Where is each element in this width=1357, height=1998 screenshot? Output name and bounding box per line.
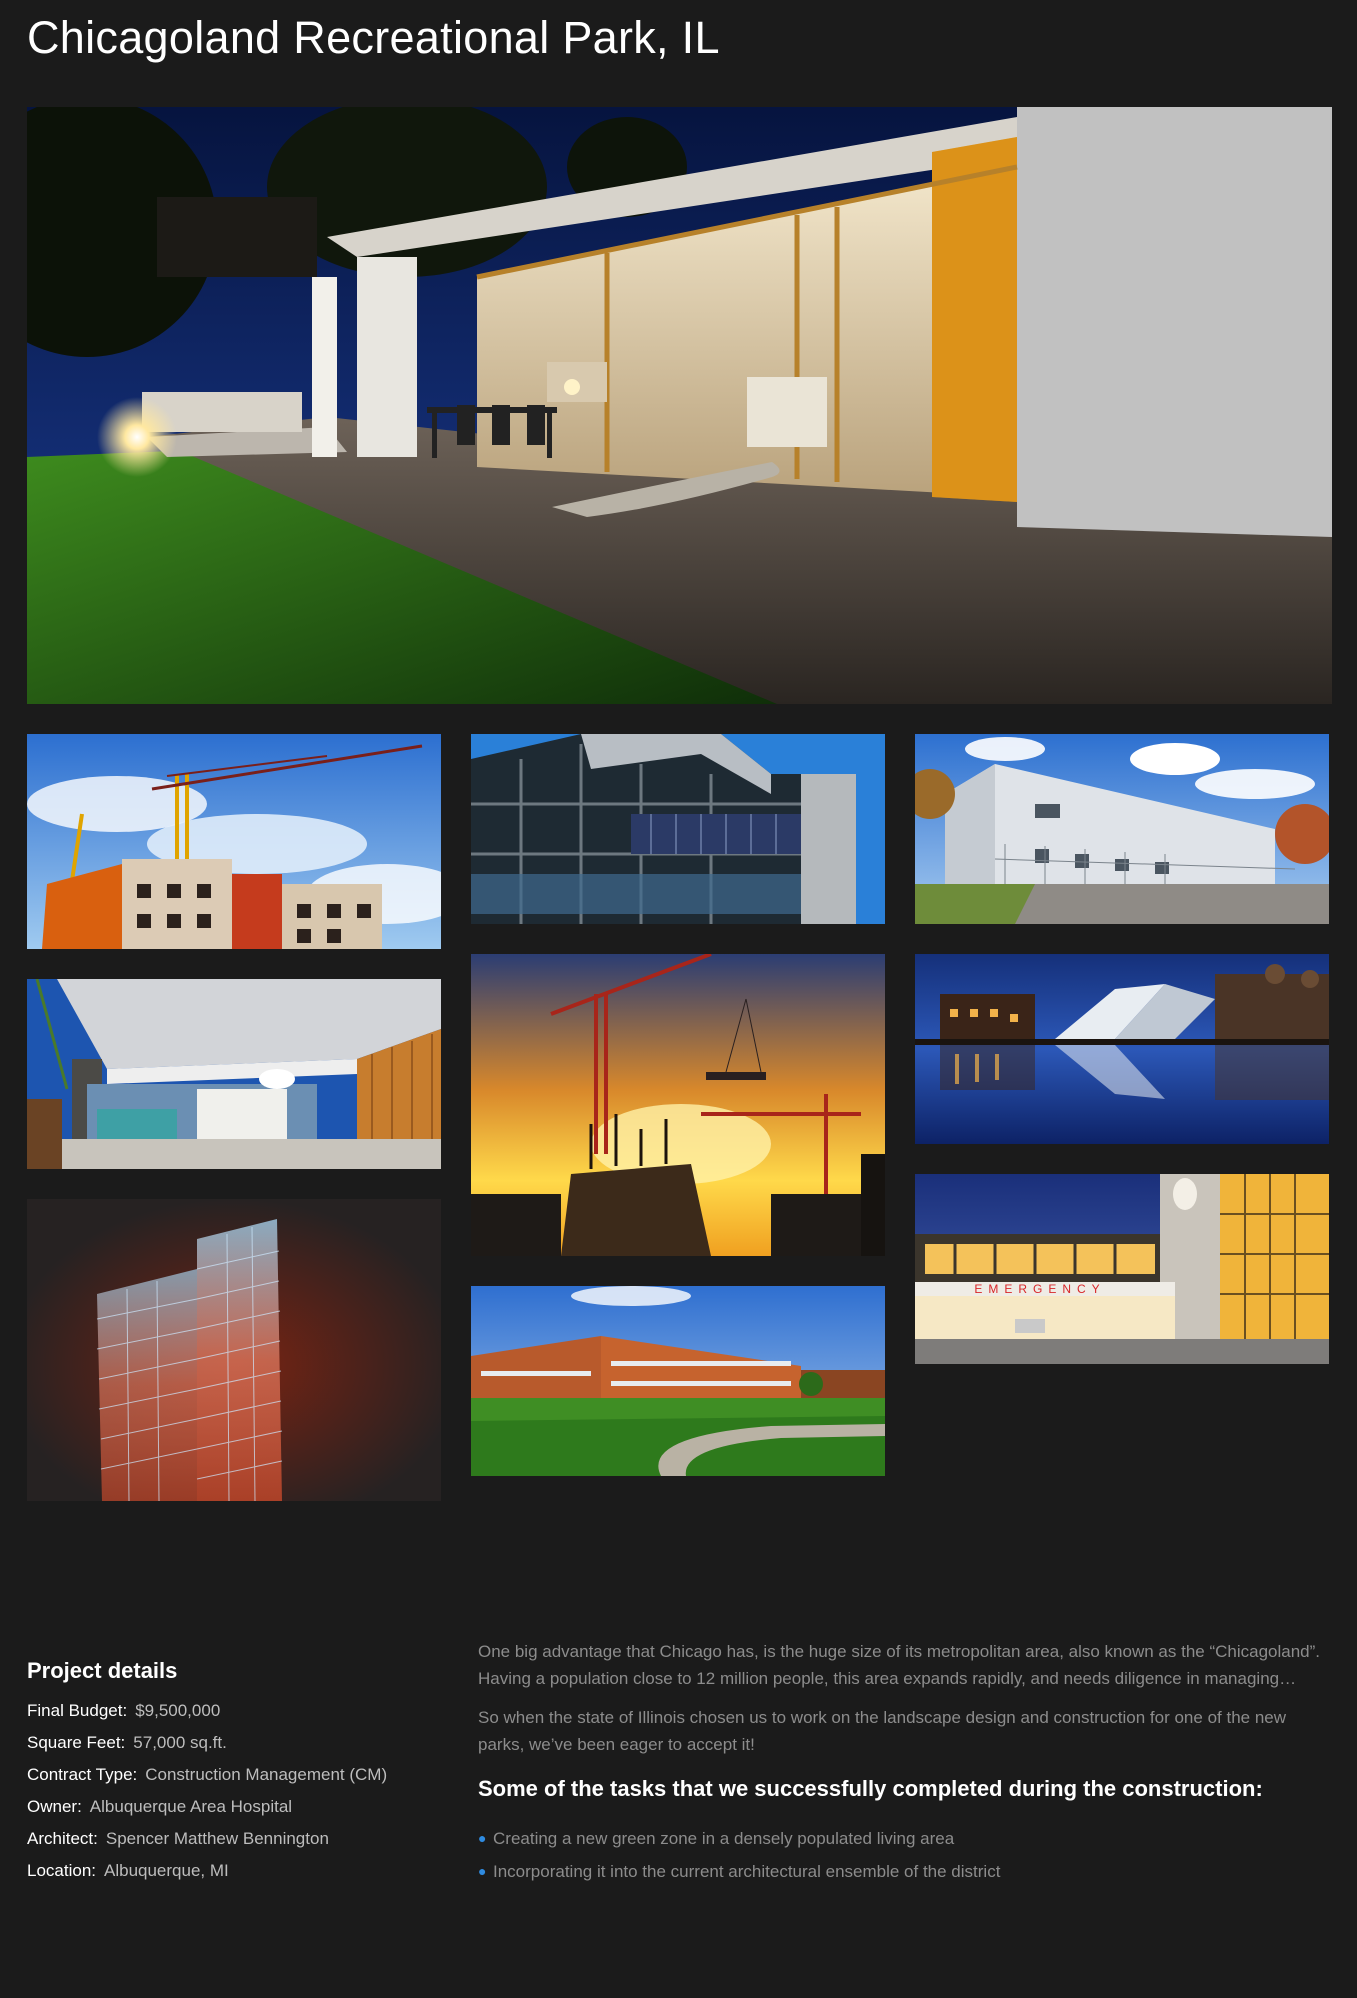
detail-value: Albuquerque Area Hospital [89, 1797, 293, 1816]
detail-key: Owner: [27, 1797, 82, 1816]
detail-value: 57,000 sq.ft. [133, 1733, 227, 1752]
wireframe-building-photo[interactable] [27, 1199, 441, 1501]
detail-value: $9,500,000 [135, 1701, 221, 1720]
detail-row-location: Location: Albuquerque, MI [27, 1858, 417, 1884]
description-paragraph: So when the state of Illinois chosen us … [478, 1708, 1287, 1754]
hospital-night-photo[interactable]: EMERGENCY [915, 1174, 1329, 1364]
waterfront-night-photo[interactable] [915, 954, 1329, 1144]
list-item: ● Incorporating it into the current archi… [478, 1855, 1333, 1888]
sunset-cranes-photo[interactable] [471, 954, 885, 1256]
list-item-text: Incorporating it into the current archit… [493, 1862, 1001, 1881]
description-paragraph: One big advantage that Chicago has, is t… [478, 1642, 1321, 1688]
detail-value: Construction Management (CM) [145, 1765, 388, 1784]
detail-row-square-feet: Square Feet: 57,000 sq.ft. [27, 1730, 417, 1756]
glass-office-photo[interactable] [471, 734, 885, 924]
list-item-text: Creating a new green zone in a densely p… [493, 1829, 955, 1848]
detail-row-contract-type: Contract Type: Construction Management (C… [27, 1762, 417, 1788]
tower-crane-photo[interactable] [27, 734, 441, 949]
detail-value: Albuquerque, MI [104, 1861, 229, 1880]
detail-key: Final Budget: [27, 1701, 128, 1720]
detail-value: Spencer Matthew Bennington [105, 1829, 329, 1848]
emergency-sign-text: EMERGENCY [974, 1282, 1105, 1296]
bullet-icon: ● [478, 1830, 487, 1846]
tasks-heading: Some of the tasks that we successfully c… [478, 1776, 1263, 1801]
detail-key: Architect: [27, 1829, 98, 1848]
school-campus-photo[interactable] [471, 1286, 885, 1476]
detail-row-owner: Owner: Albuquerque Area Hospital [27, 1794, 417, 1820]
carport-house-photo[interactable] [27, 979, 441, 1169]
bullet-icon: ● [478, 1863, 487, 1879]
list-item: ● Creating a new green zone in a densely … [478, 1822, 1333, 1855]
detail-row-final-budget: Final Budget: $9,500,000 [27, 1698, 417, 1724]
project-details: Project details Final Budget: $9,500,000 … [27, 1658, 417, 1890]
warehouse-photo[interactable] [915, 734, 1329, 924]
modern-house-night-photo[interactable] [27, 107, 1332, 704]
project-description: One big advantage that Chicago has, is t… [478, 1638, 1333, 1888]
project-details-heading: Project details [27, 1658, 178, 1683]
detail-key: Contract Type: [27, 1765, 138, 1784]
tasks-list: ● Creating a new green zone in a densely … [478, 1822, 1333, 1888]
detail-key: Square Feet: [27, 1733, 126, 1752]
detail-row-architect: Architect: Spencer Matthew Bennington [27, 1826, 417, 1852]
detail-key: Location: [27, 1861, 96, 1880]
page-title: Chicagoland Recreational Park, IL [27, 12, 720, 63]
